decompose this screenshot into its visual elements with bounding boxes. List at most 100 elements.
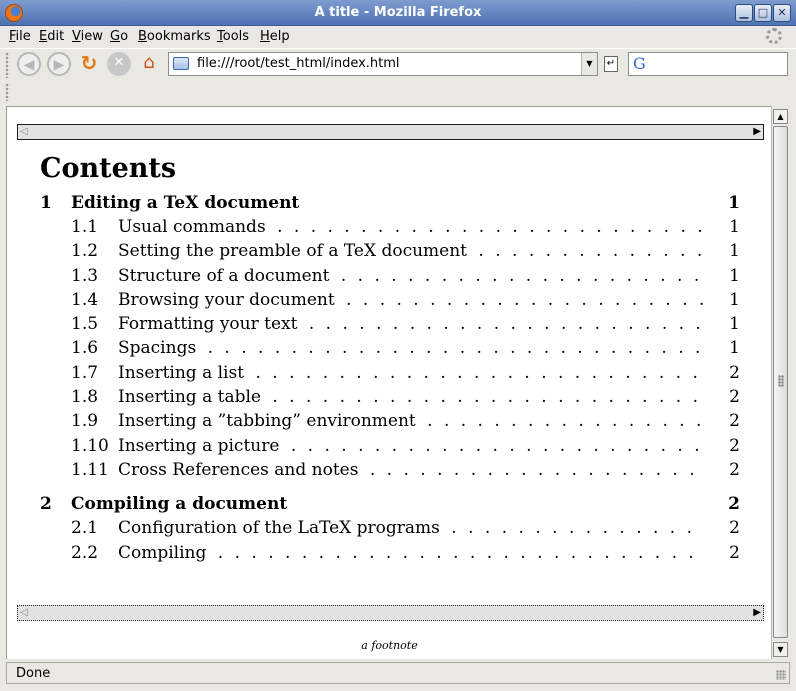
page-title: Contents	[40, 153, 177, 184]
footnote: a footnote	[361, 639, 418, 652]
scroll-up-icon[interactable]: ▲	[773, 109, 788, 124]
horizontal-scrollbar-bottom[interactable]: ◁ ▶	[17, 605, 764, 621]
subsection-title[interactable]: Inserting a table	[118, 387, 264, 408]
toc-subsection[interactable]: 1.3 Structure of a document 1	[40, 264, 740, 288]
toolbar-grip[interactable]	[5, 52, 10, 78]
subsection-page: 2	[729, 435, 740, 456]
title-bar: A title - Mozilla Firefox ▁ □ ✕	[0, 0, 796, 26]
subsection-number: 1.2	[71, 241, 99, 262]
toc-subsection[interactable]: 1.6 Spacings 1	[40, 336, 740, 360]
menu-help[interactable]: Help	[260, 29, 290, 44]
toc-subsection[interactable]: 1.8 Inserting a table 2	[40, 385, 740, 409]
url-bar[interactable]: file:///root/test_html/index.html ▼	[168, 52, 598, 76]
search-engine-icon[interactable]: G	[633, 54, 646, 73]
menu-bar: File Edit View Go Bookmarks Tools Help	[0, 26, 796, 48]
vertical-scrollbar[interactable]: ▲ ▼	[771, 106, 789, 659]
resize-grip-icon[interactable]	[776, 670, 786, 680]
section-page: 2	[728, 494, 740, 515]
subsection-page: 1	[729, 265, 740, 286]
toc-subsection[interactable]: 1.4 Browsing your document 1	[40, 288, 740, 312]
subsection-page: 2	[729, 459, 740, 480]
forward-icon[interactable]: ▶	[47, 52, 71, 76]
subsection-number: 1.4	[71, 289, 99, 310]
horizontal-scrollbar-top[interactable]: ◁ ▶	[17, 124, 764, 140]
minimize-icon[interactable]: ▁	[735, 4, 753, 22]
subsection-page: 2	[729, 362, 740, 383]
scroll-down-icon[interactable]: ▼	[773, 642, 788, 657]
section-page: 1	[728, 193, 740, 213]
subsection-number: 2.2	[71, 542, 99, 563]
scrollbar-thumb[interactable]	[773, 126, 788, 638]
section-number: 1	[40, 193, 52, 213]
subsection-number: 1.6	[71, 338, 99, 359]
toc-subsection[interactable]: 1.7 Inserting a list 2	[40, 361, 740, 385]
subsection-page: 1	[729, 338, 740, 359]
search-input[interactable]: G	[628, 52, 788, 76]
subsection-page: 2	[729, 542, 740, 563]
toc-section[interactable]: 2 Compiling a document 2	[40, 492, 740, 516]
url-text[interactable]: file:///root/test_html/index.html	[197, 56, 400, 71]
subsection-page: 1	[729, 289, 740, 310]
section-number: 2	[40, 494, 52, 515]
subsection-title[interactable]: Configuration of the LaTeX programs	[118, 518, 443, 539]
subsection-number: 1.5	[71, 314, 99, 335]
subsection-title[interactable]: Spacings	[118, 338, 200, 359]
toc-subsection[interactable]: 1.1 Usual commands 1	[40, 215, 740, 239]
subsection-number: 1.9	[71, 411, 99, 432]
toc-subsection[interactable]: 1.5 Formatting your text 1	[40, 312, 740, 336]
window-title: A title - Mozilla Firefox	[314, 5, 482, 20]
toc-subsection[interactable]: 1.2 Setting the preamble of a TeX documen…	[40, 239, 740, 263]
subsection-page: 2	[729, 518, 740, 539]
subsection-page: 2	[729, 411, 740, 432]
subsection-number: 1.7	[71, 362, 99, 383]
subsection-title[interactable]: Cross References and notes	[118, 459, 362, 480]
bookmarks-toolbar	[0, 80, 796, 104]
toc-subsection[interactable]: 1.11 Cross References and notes 2	[40, 458, 740, 482]
subsection-page: 1	[729, 217, 740, 237]
subsection-title[interactable]: Inserting a picture	[118, 435, 283, 456]
menu-go[interactable]: Go	[110, 29, 128, 44]
toolbar-grip-2[interactable]	[5, 83, 10, 101]
scroll-left-icon[interactable]: ◁	[20, 125, 28, 139]
menu-view[interactable]: View	[72, 29, 103, 44]
menu-file[interactable]: File	[9, 29, 31, 44]
subsection-title[interactable]: Setting the preamble of a TeX document	[118, 241, 470, 262]
menu-tools[interactable]: Tools	[217, 29, 249, 44]
close-icon[interactable]: ✕	[773, 4, 791, 22]
toc-subsection[interactable]: 2.1 Configuration of the LaTeX programs 2	[40, 516, 740, 540]
subsection-number: 1.8	[71, 387, 99, 408]
subsection-number: 1.10	[71, 435, 109, 456]
page-content: ◁ ▶ Contents 1 Editing a TeX document 1 …	[6, 106, 771, 659]
scroll-right-icon[interactable]: ▶	[753, 125, 761, 139]
toc-subsection[interactable]: 2.2 Compiling 2	[40, 541, 740, 565]
menu-bookmarks[interactable]: Bookmarks	[138, 29, 211, 44]
subsection-number: 1.1	[71, 217, 99, 237]
subsection-title[interactable]: Compiling	[118, 542, 210, 563]
toc-section[interactable]: 1 Editing a TeX document 1	[40, 191, 740, 215]
section-title[interactable]: Compiling a document	[71, 492, 287, 516]
table-of-contents: Contents 1 Editing a TeX document 1 1.1 U…	[40, 151, 740, 565]
subsection-title[interactable]: Browsing your document	[118, 289, 338, 310]
toc-subsection[interactable]: 1.9 Inserting a ”tabbing” environment 2	[40, 409, 740, 433]
subsection-title[interactable]: Inserting a list	[118, 362, 248, 383]
throbber-icon	[766, 28, 782, 44]
go-icon[interactable]: ↵	[604, 56, 618, 72]
url-dropdown-icon[interactable]: ▼	[581, 53, 597, 75]
scroll-right-icon[interactable]: ▶	[753, 606, 761, 620]
subsection-title[interactable]: Inserting a ”tabbing” environment	[118, 411, 419, 432]
scroll-left-icon[interactable]: ◁	[20, 606, 28, 620]
stop-icon[interactable]: ✕	[107, 52, 131, 76]
subsection-title[interactable]: Usual commands	[118, 217, 269, 237]
home-icon[interactable]: ⌂	[137, 52, 161, 76]
toc-subsection[interactable]: 1.10 Inserting a picture 2	[40, 434, 740, 458]
subsection-title[interactable]: Formatting your text	[118, 314, 301, 335]
section-title[interactable]: Editing a TeX document	[71, 191, 299, 215]
status-text: Done	[16, 666, 51, 681]
back-icon[interactable]: ◀	[17, 52, 41, 76]
subsection-page: 1	[729, 241, 740, 262]
menu-edit[interactable]: Edit	[39, 29, 64, 44]
subsection-title[interactable]: Structure of a document	[118, 265, 333, 286]
maximize-icon[interactable]: □	[754, 4, 772, 22]
reload-icon[interactable]: ↻	[77, 52, 101, 76]
status-bar: Done	[6, 662, 790, 684]
